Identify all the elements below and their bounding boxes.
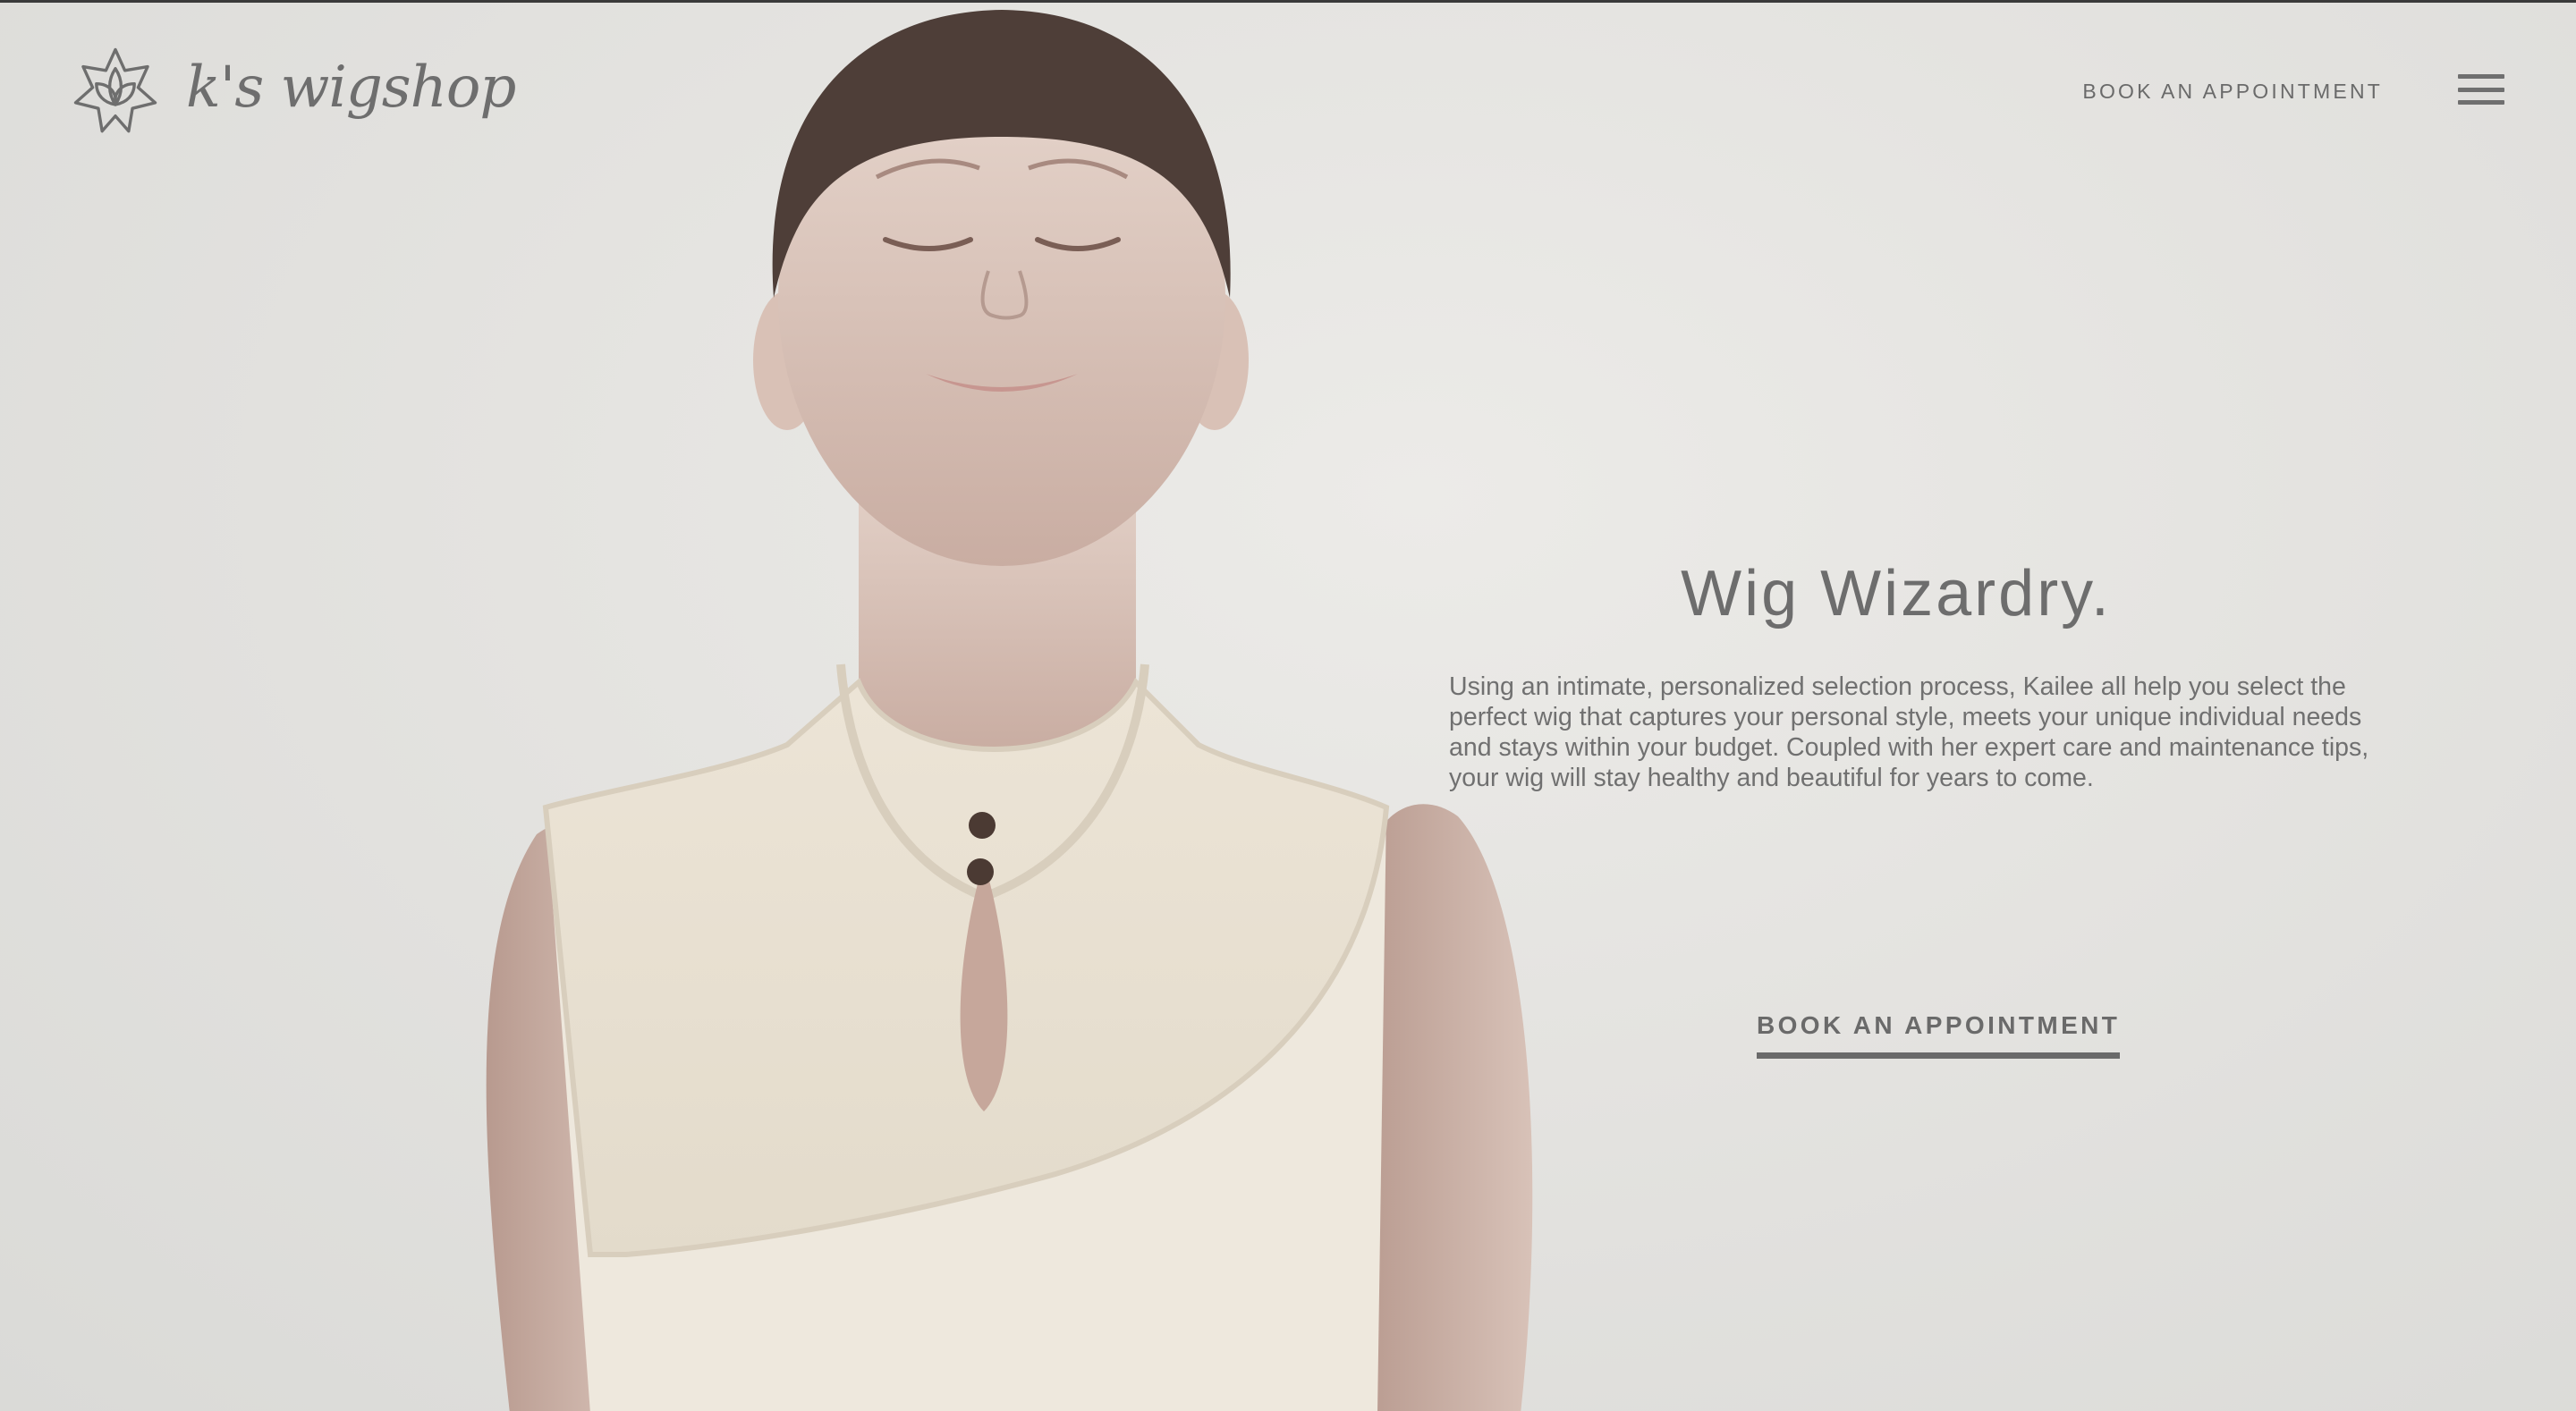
- book-appointment-button[interactable]: BOOK AN APPOINTMENT: [1757, 1011, 2121, 1059]
- page: k's wigshop BOOK AN APPOINTMENT Wig Wiza…: [0, 0, 2576, 1411]
- hamburger-line: [2458, 100, 2504, 105]
- lotus-icon: [73, 47, 157, 133]
- hero-headline: Wig Wizardry.: [1681, 558, 2112, 629]
- hamburger-line: [2458, 87, 2504, 92]
- brand-name: k's wigshop: [186, 55, 516, 121]
- hero-description: Using an intimate, personalized selectio…: [1449, 672, 2369, 792]
- hero-photo: [429, 3, 1556, 1411]
- hamburger-menu-icon[interactable]: [2458, 74, 2504, 105]
- brand-logo[interactable]: k's wigshop: [68, 42, 516, 137]
- hamburger-line: [2458, 74, 2504, 79]
- header-book-appointment-link[interactable]: BOOK AN APPOINTMENT: [2082, 80, 2383, 104]
